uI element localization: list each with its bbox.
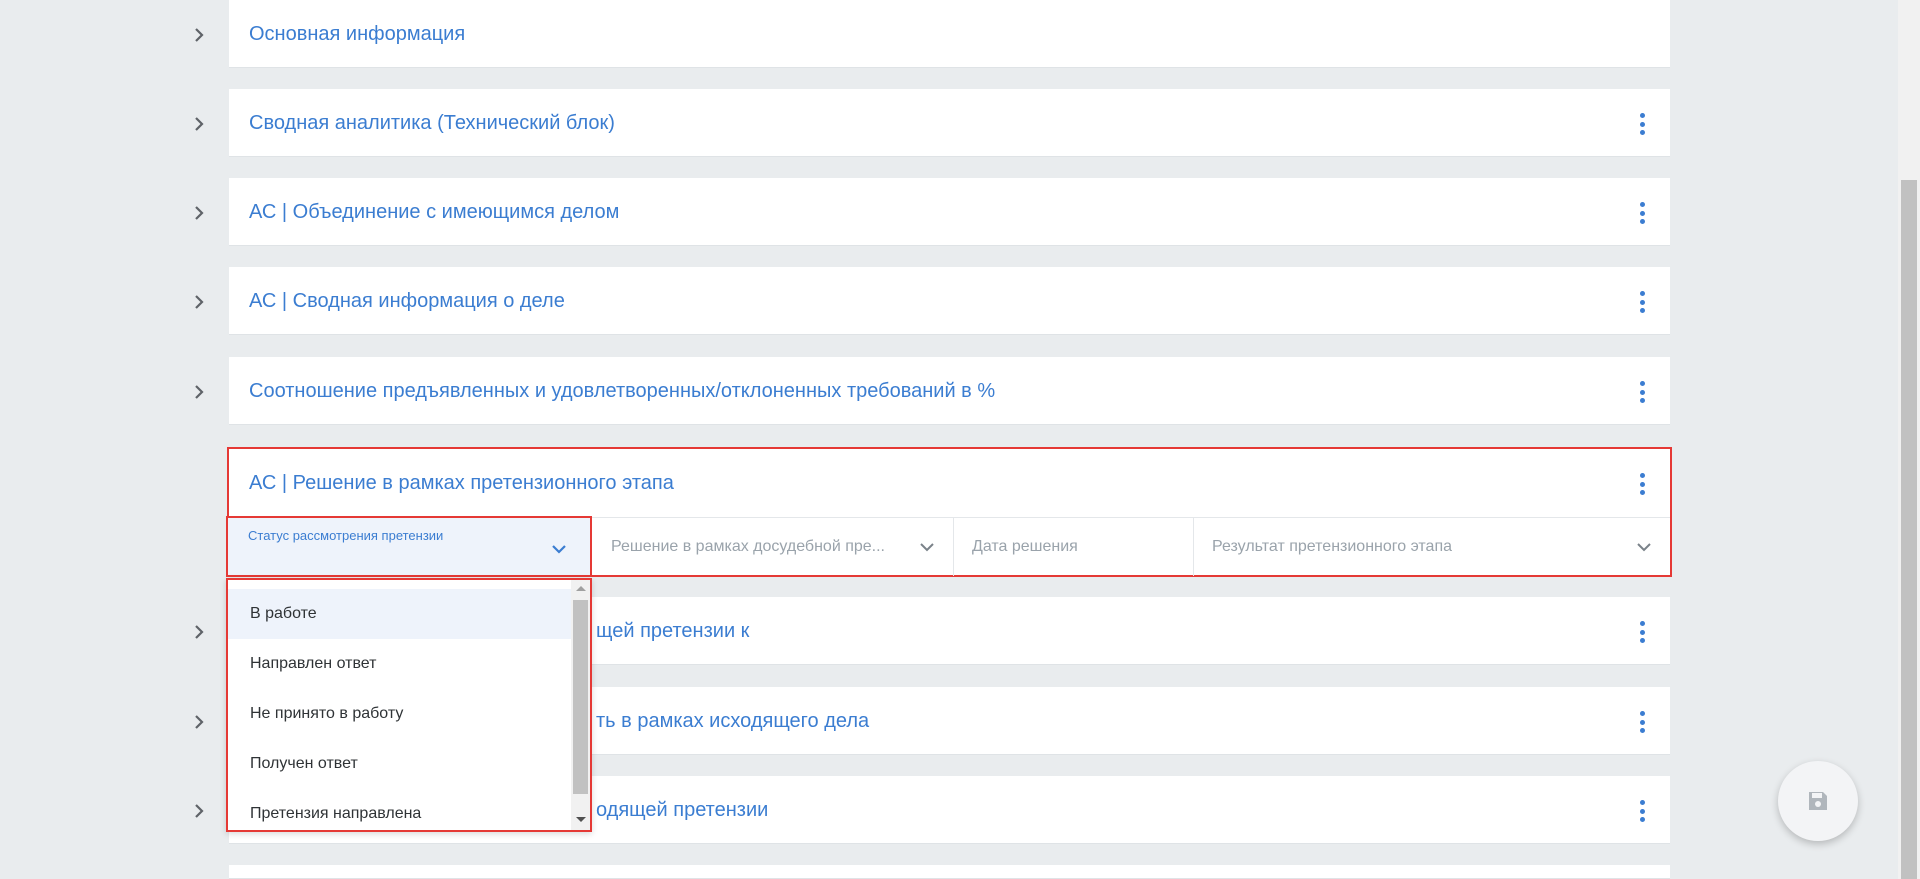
section-title[interactable]: АС | Решение в рамках претензионного эта… — [249, 449, 674, 517]
section-card-summary: АС | Сводная информация о деле — [229, 267, 1670, 335]
chevron-down-icon — [920, 543, 934, 552]
status-dropdown-list: В работе Направлен ответ Не принято в ра… — [226, 578, 592, 832]
kebab-menu-icon[interactable] — [1638, 621, 1646, 643]
chevron-right-icon[interactable] — [188, 800, 210, 822]
save-button[interactable] — [1778, 761, 1858, 841]
section-title[interactable]: Сводная аналитика (Технический блок) — [249, 89, 615, 157]
status-option[interactable]: Получен ответ — [228, 739, 572, 789]
kebab-menu-icon[interactable] — [1638, 381, 1646, 403]
chevron-right-icon[interactable] — [188, 291, 210, 313]
section-title[interactable]: одящей претензии — [596, 776, 768, 844]
status-option[interactable]: Направлен ответ — [228, 639, 572, 689]
section-title[interactable]: щей претензии к — [596, 597, 749, 665]
kebab-menu-icon[interactable] — [1638, 291, 1646, 313]
kebab-menu-icon[interactable] — [1638, 202, 1646, 224]
kebab-menu-icon[interactable] — [1638, 473, 1646, 495]
dropdown-scrollbar[interactable] — [571, 580, 590, 830]
section-title[interactable]: ть в рамках исходящего дела — [596, 687, 869, 755]
section-title[interactable]: АС | Сводная информация о деле — [249, 267, 565, 335]
section-card-next — [229, 865, 1670, 879]
chevron-right-icon[interactable] — [188, 24, 210, 46]
scroll-up-arrow-icon[interactable] — [576, 586, 586, 591]
chevron-down-icon — [1637, 543, 1651, 552]
section-card-ratio: Соотношение предъявленных и удовлетворен… — [229, 357, 1670, 425]
status-label: Статус рассмотрения претензии — [248, 528, 444, 543]
status-option[interactable]: Не принято в работу — [228, 689, 572, 739]
chevron-right-icon[interactable] — [188, 381, 210, 403]
kebab-menu-icon[interactable] — [1638, 113, 1646, 135]
section-title[interactable]: Основная информация — [249, 0, 465, 68]
section-card-merge: АС | Объединение с имеющимся делом — [229, 178, 1670, 246]
section-title[interactable]: Соотношение предъявленных и удовлетворен… — [249, 357, 995, 425]
decision-select[interactable]: Решение в рамках досудебной пре... — [593, 518, 954, 576]
page-scrollbar[interactable] — [1898, 0, 1920, 879]
section-card-main-info: Основная информация — [229, 0, 1670, 68]
result-placeholder: Результат претензионного этапа — [1212, 538, 1453, 555]
chevron-right-icon[interactable] — [188, 621, 210, 643]
scroll-down-arrow-icon[interactable] — [576, 817, 586, 822]
status-select[interactable]: Статус рассмотрения претензии — [226, 516, 592, 577]
chevron-right-icon[interactable] — [188, 113, 210, 135]
chevron-right-icon[interactable] — [188, 202, 210, 224]
section-title[interactable]: АС | Объединение с имеющимся делом — [249, 178, 619, 246]
result-select[interactable]: Результат претензионного этапа — [1194, 518, 1670, 576]
kebab-menu-icon[interactable] — [1638, 800, 1646, 822]
section-card-analytics: Сводная аналитика (Технический блок) — [229, 89, 1670, 157]
decision-placeholder: Решение в рамках досудебной пре... — [611, 538, 885, 555]
page-scroll-thumb[interactable] — [1901, 180, 1917, 879]
decision-date-placeholder: Дата решения — [972, 538, 1078, 555]
chevron-down-icon[interactable] — [550, 540, 568, 558]
chevron-right-icon[interactable] — [188, 711, 210, 733]
status-option[interactable]: В работе — [228, 589, 572, 639]
decision-date-input[interactable]: Дата решения — [954, 518, 1194, 576]
save-icon — [1809, 792, 1827, 810]
status-option[interactable]: Претензия направлена — [228, 789, 572, 839]
kebab-menu-icon[interactable] — [1638, 711, 1646, 733]
dropdown-scroll-thumb[interactable] — [573, 600, 588, 794]
